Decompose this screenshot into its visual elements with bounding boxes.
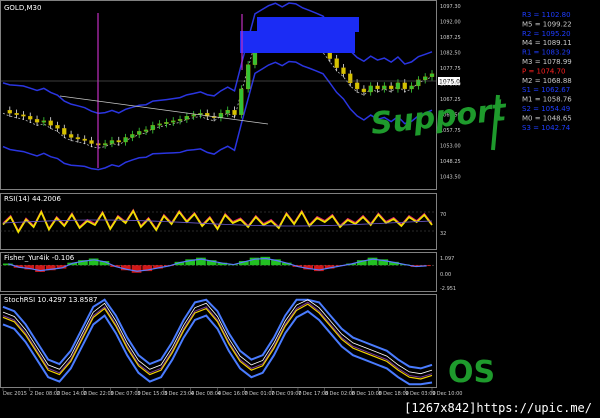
candle-body (177, 119, 183, 121)
candle-body (382, 85, 387, 90)
candle-body (171, 120, 176, 123)
pivot-s2: S2 = 1054.49 (522, 105, 570, 113)
candle-body (245, 64, 251, 90)
trading-chart: GOLD,M30 RSI(14) 44.2006 Fisher_Yur4ik -… (0, 0, 572, 397)
candle-body (89, 140, 94, 144)
price-tick: 1087.25 (440, 35, 461, 41)
candle-body (423, 76, 428, 80)
candle-body (143, 129, 149, 132)
candle-body (368, 85, 373, 93)
candle-body (239, 88, 244, 115)
candle-body (409, 85, 414, 90)
candle-body (395, 82, 401, 90)
candle-body (7, 110, 12, 114)
rsi-scale-tick: 70 (440, 212, 446, 218)
candle-body (348, 73, 353, 84)
candle-body (402, 82, 407, 90)
pivot-r2: R2 = 1095.20 (522, 30, 571, 38)
resistance-zone-upper (257, 17, 359, 32)
candle-body (62, 128, 67, 135)
candle-body (82, 138, 87, 141)
candle-body (191, 114, 196, 117)
price-tick: 1048.25 (440, 159, 461, 165)
pivot-m4: M4 = 1089.11 (522, 39, 572, 47)
indicator-scales: 70 32 1.097 0.00 -2.951 (440, 212, 456, 292)
candle-body (34, 119, 40, 123)
candle-body (123, 137, 128, 143)
candle-body (225, 110, 230, 114)
candle-body (109, 140, 115, 144)
symbol-label: GOLD,M30 (4, 4, 41, 12)
pivot-levels: R3 = 1102.80M5 = 1099.22 R2 = 1095.20M4 =… (522, 11, 572, 132)
pivot-m1: M1 = 1058.76 (522, 96, 572, 104)
candle-body (354, 82, 360, 90)
candle-body (361, 88, 367, 93)
candle-body (164, 122, 169, 124)
price-tick: 1053.00 (440, 144, 461, 150)
os-annotation: OS (448, 355, 495, 390)
fisher-scale-tick: 0.00 (440, 272, 451, 278)
stoch-layer (2, 298, 433, 386)
candle-body (68, 134, 74, 138)
watermark: [1267x842]https://upic.me/ (404, 401, 592, 415)
pivot-m3: M3 = 1078.99 (522, 58, 572, 66)
candle-body (130, 134, 135, 138)
price-tick: 1077.75 (440, 66, 461, 72)
candle-body (375, 85, 380, 90)
candle-body (137, 131, 142, 135)
candle-body (341, 67, 346, 74)
price-tick: 1043.50 (440, 175, 461, 181)
price-tick: 1082.50 (440, 51, 461, 57)
fisher-label: Fisher_Yur4ik -0.106 (4, 254, 75, 262)
pivot-m0: M0 = 1048.65 (522, 114, 572, 122)
price-scale: 1097.30 1092.00 1087.25 1082.50 1077.75 1073.… (440, 4, 461, 181)
candle-body (55, 125, 60, 129)
rsi-scale-tick: 32 (440, 231, 446, 237)
pivot-s3: S3 = 1042.74 (522, 124, 571, 132)
pivot-m2: M2 = 1068.88 (522, 77, 572, 85)
lower-band (2, 60, 433, 171)
candle-body (21, 114, 26, 117)
stoch-band-upper (2, 298, 433, 370)
pivot-m5: M5 = 1099.22 (522, 20, 572, 28)
candle-body (429, 73, 435, 77)
candle-body (14, 113, 19, 115)
price-tick: 1092.00 (440, 20, 461, 26)
stoch-label: StochRSI 10.4297 13.8587 (4, 296, 97, 304)
time-axis: Dec 2015 2 Dec 08:002 Dec 14:002 Dec 22:0… (2, 388, 462, 397)
pivot-s1: S1 = 1062.67 (522, 86, 570, 94)
candle-body (28, 116, 33, 120)
rsi-line (2, 209, 433, 234)
candle-body (157, 123, 162, 126)
candle-body (232, 110, 237, 115)
pivot-r1: R1 = 1083.29 (522, 49, 571, 57)
moving-average (2, 35, 433, 149)
main-chart-layer (0, 2, 436, 171)
pivot-p: P = 1074.70 (522, 67, 565, 75)
fisher-scale-tick: 1.097 (440, 256, 454, 262)
rsi-label: RSI(14) 44.2006 (4, 195, 61, 203)
candle-body (184, 116, 190, 120)
price-tick: 1097.30 (440, 4, 461, 10)
rsi-layer (0, 208, 436, 234)
support-annotation: Support (369, 93, 509, 142)
candle-body (102, 143, 108, 146)
candle-body (116, 140, 121, 143)
candle-body (41, 120, 47, 123)
stoch-line (2, 303, 433, 380)
candle-body (75, 137, 81, 140)
candle-body (388, 85, 394, 90)
candle-body (150, 125, 155, 131)
pivot-r3: R3 = 1102.80 (522, 11, 571, 19)
candle-body (218, 113, 224, 118)
candle-body (48, 120, 53, 126)
fisher-scale-tick: -2.951 (440, 286, 456, 292)
resistance-zone-lower (240, 31, 355, 53)
price-tick: 1073.00 (440, 82, 461, 88)
candle-body (334, 58, 339, 68)
